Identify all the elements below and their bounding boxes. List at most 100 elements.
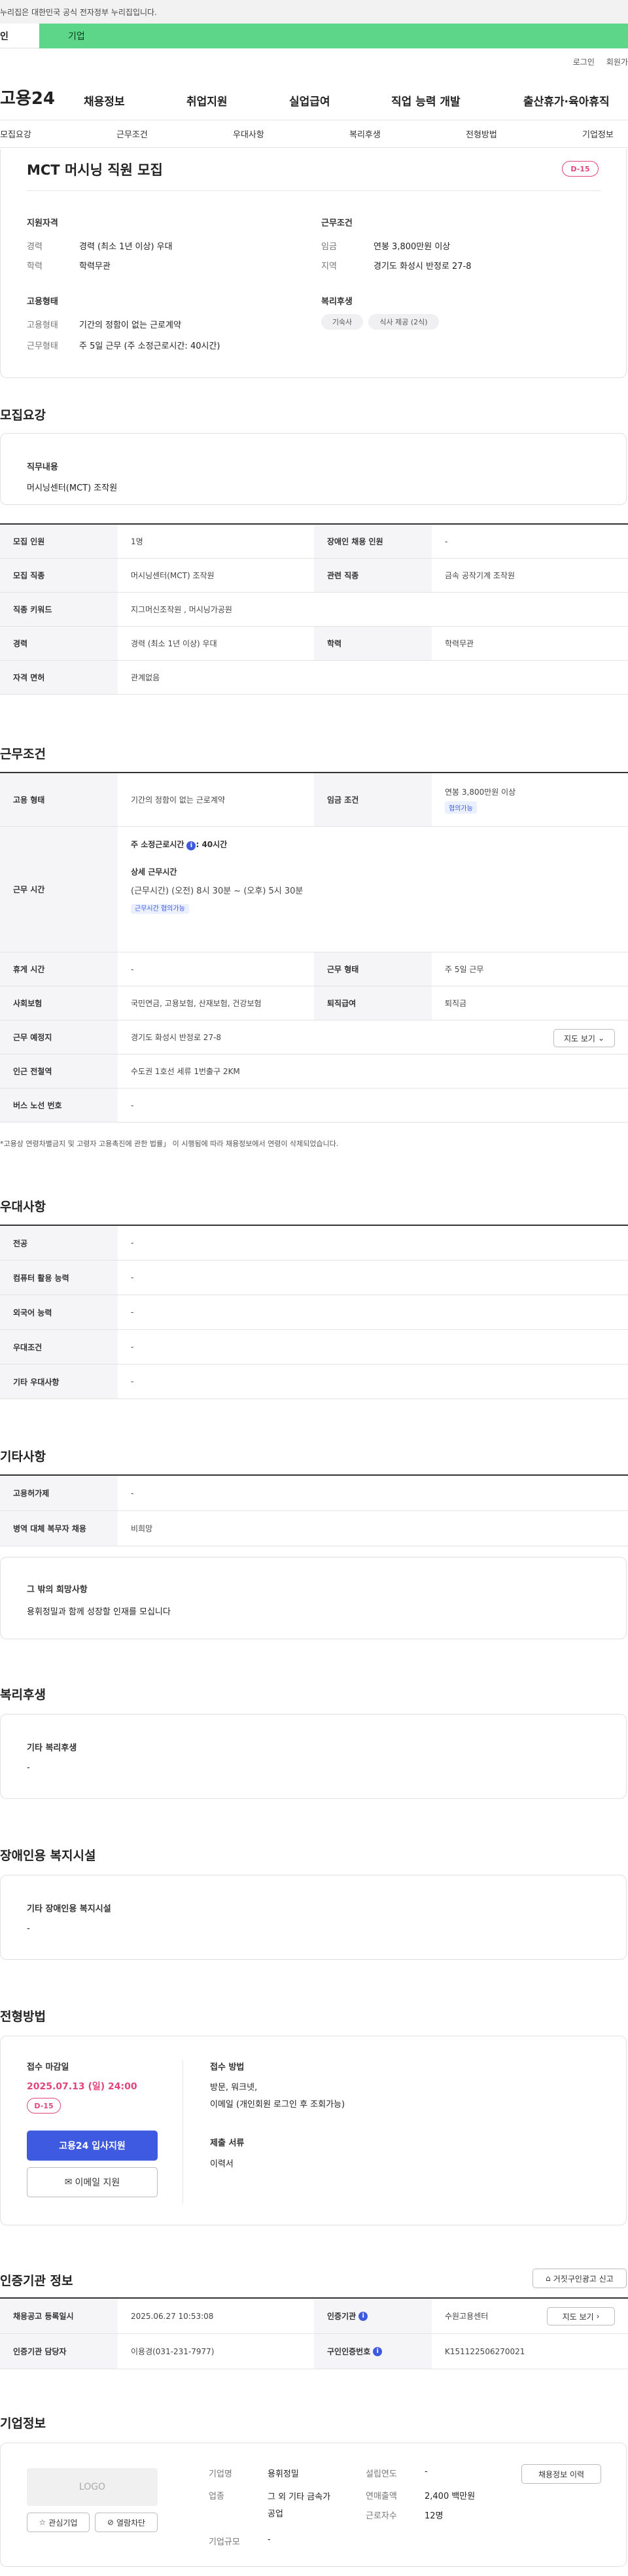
section-title-welfare: 복리후생 bbox=[0, 1688, 46, 1702]
dday-badge: D-15 bbox=[27, 2098, 61, 2114]
cell-value: 학력무관 bbox=[445, 639, 474, 648]
cell-label: 인증기관 i bbox=[314, 2299, 432, 2333]
block-label: 열람차단 bbox=[116, 2518, 146, 2528]
cell-value: - bbox=[131, 1273, 134, 1282]
cell-value: 경력 (최소 1년 이상) 우대 bbox=[131, 639, 217, 648]
time-cell: 주 소정근로시간 i: 40시간 상세 근무시간 (근무시간) (오전) 8시 3… bbox=[118, 827, 628, 952]
tab-person[interactable]: 인 bbox=[0, 24, 39, 48]
member-tabbar: 인 기업 bbox=[0, 24, 628, 48]
welfare-sub: 기타 복리후생 bbox=[27, 1743, 77, 1753]
map-button[interactable]: 지도 보기 ⌄ bbox=[553, 1029, 615, 1047]
wish-card: 그 밖의 희망사항 용휘정밀과 함께 성장할 인재를 모십니다 bbox=[0, 1557, 627, 1639]
detail-value: (근무시간) (오전) 8시 30분 ~ (오후) 5시 30분 bbox=[131, 886, 304, 896]
gnb-parental-leave[interactable]: 출산휴가·육아휴직 bbox=[523, 92, 610, 109]
name-value: 용휘정밀 bbox=[268, 2469, 299, 2479]
info-icon[interactable]: i bbox=[186, 841, 196, 850]
cell-value: 지그머신조작원 , 머시닝가공원 bbox=[131, 605, 232, 614]
subnav-conditions[interactable]: 근무조건 bbox=[116, 128, 148, 140]
gnb-employment-support[interactable]: 취업지원 bbox=[186, 92, 228, 109]
disability-sub: 기타 장애인용 복지시설 bbox=[27, 1904, 111, 1914]
section-title-process: 전형방법 bbox=[0, 2010, 46, 2024]
cell-label: 구인인증번호 i bbox=[314, 2334, 432, 2369]
email-apply-button[interactable]: ✉ 이메일 지원 bbox=[27, 2167, 158, 2197]
method-value: 방문, 워크넷, 이메일 (개인회원 로그인 후 조회가능) bbox=[210, 2083, 345, 2110]
gnb-training[interactable]: 직업 능력 개발 bbox=[391, 92, 461, 109]
info-icon[interactable]: i bbox=[358, 2311, 368, 2321]
cell-value: 기간의 정함이 없는 근로계약 bbox=[131, 795, 225, 805]
subnav-preference[interactable]: 우대사항 bbox=[233, 128, 264, 140]
cell-label: 전공 bbox=[0, 1226, 118, 1260]
apply-button[interactable]: 고용24 입사지원 bbox=[27, 2131, 158, 2161]
cell-value: 금속 공작기계 조작원 bbox=[445, 571, 515, 580]
site-logo[interactable]: 고용24 bbox=[0, 85, 82, 109]
conditions-table: 고용 형태 기간의 정함이 없는 근로계약 임금 조건 연봉 3,800만원 이… bbox=[0, 772, 628, 1123]
table-row: 인증기관 담당자 이용경(031-231-7977) 구인인증번호 i K1511… bbox=[0, 2334, 628, 2369]
cell-label: 근무 예정지 bbox=[0, 1020, 118, 1054]
table-row: 외국어 능력 - bbox=[0, 1295, 628, 1330]
section-title-company: 기업정보 bbox=[0, 2416, 46, 2431]
cell-value: 국민연금, 고용보험, 산재보험, 건강보험 bbox=[131, 999, 262, 1008]
cell-label: 사회보험 bbox=[0, 986, 118, 1020]
favorite-button[interactable]: ☆ 관심기업 bbox=[27, 2513, 90, 2532]
report-button[interactable]: ⌂ 거짓구인광고 신고 bbox=[532, 2269, 627, 2288]
edu-label: 학력 bbox=[27, 262, 43, 271]
table-row: 자격 면허 관계없음 bbox=[0, 661, 628, 695]
map-button-label: 지도 보기 bbox=[563, 1034, 595, 1043]
summary-card: MCT 머시닝 직원 모집 D-15 지원자격 경력 경력 (최소 1년 이상)… bbox=[0, 149, 627, 378]
history-button[interactable]: 채용정보 이력 bbox=[521, 2464, 601, 2484]
cell-label: 고용허가제 bbox=[0, 1476, 118, 1510]
favorite-label: 관심기업 bbox=[48, 2518, 78, 2528]
login-link[interactable]: 로그인 bbox=[573, 56, 595, 67]
year-value: - bbox=[425, 2467, 428, 2477]
duty-value: 머시닝센터(MCT) 조작원 bbox=[27, 483, 118, 493]
subnav-process[interactable]: 전형방법 bbox=[466, 128, 497, 140]
table-row: 우대조건 - bbox=[0, 1330, 628, 1365]
info-icon[interactable]: i bbox=[373, 2346, 383, 2356]
table-row: 근무 예정지 경기도 화성시 반정로 27-8 지도 보기 ⌄ bbox=[0, 1020, 628, 1054]
subnav-company[interactable]: 기업정보 bbox=[582, 128, 614, 140]
section-title-recruit: 모집요강 bbox=[0, 408, 46, 423]
cell-label: 채용공고 등록일시 bbox=[0, 2299, 118, 2333]
cell-label: 인증기관 담당자 bbox=[0, 2334, 118, 2369]
gnb-jobs[interactable]: 채용정보 bbox=[84, 92, 125, 109]
cell-value: - bbox=[131, 1488, 134, 1498]
cell-value: - bbox=[131, 1342, 134, 1351]
cell-label: 직종 키워드 bbox=[0, 593, 118, 626]
emptype-label: 고용형태 bbox=[27, 321, 58, 330]
cell-label: 장애인 채용 인원 bbox=[314, 525, 432, 558]
cell-value: 퇴직금 bbox=[445, 999, 467, 1008]
area-value: 경기도 화성시 반정로 27-8 bbox=[374, 262, 472, 271]
cell-label: 인근 전철역 bbox=[0, 1054, 118, 1088]
weekly-value: : 40시간 bbox=[196, 840, 228, 849]
career-label: 경력 bbox=[27, 242, 43, 252]
name-label: 기업명 bbox=[209, 2469, 232, 2479]
gnb-unemployment[interactable]: 실업급여 bbox=[289, 92, 330, 109]
wage-cell: 연봉 3,800만원 이상 협의가능 bbox=[432, 773, 628, 826]
block-button[interactable]: ⊘ 열람차단 bbox=[95, 2513, 158, 2532]
cell-label: 임금 조건 bbox=[314, 773, 432, 826]
deadline-value: 2025.07.13 (일) 24:00 bbox=[27, 2081, 137, 2092]
time-negotiable-tag: 근무시간 협의가능 bbox=[131, 904, 189, 914]
size-value: - bbox=[268, 2535, 271, 2545]
welfare-chip: 식사 제공 (2식) bbox=[368, 314, 439, 330]
subnav-recruit[interactable]: 모집요강 bbox=[0, 128, 31, 140]
subnav-welfare[interactable]: 복리후생 bbox=[349, 128, 381, 140]
welfare-value: - bbox=[27, 1763, 30, 1773]
cell-value: - bbox=[131, 964, 134, 974]
welfare-chip: 기숙사 bbox=[321, 314, 363, 330]
chevron-right-icon: › bbox=[596, 2312, 600, 2321]
sales-value: 2,400 백만원 bbox=[425, 2492, 476, 2501]
etc-table: 고용허가제 - 병역 대체 복무자 채용 비희망 bbox=[0, 1474, 628, 1546]
cell-value: - bbox=[131, 1100, 134, 1110]
gov-notice: 누리집은 대한민국 공식 전자정부 누리집입니다. bbox=[0, 7, 157, 17]
cell-label: 근무 형태 bbox=[314, 952, 432, 986]
cert-map-button[interactable]: 지도 보기 › bbox=[547, 2307, 615, 2325]
cert-no-label: 구인인증번호 bbox=[327, 2347, 371, 2356]
cell-label: 컴퓨터 활용 능력 bbox=[0, 1261, 118, 1295]
table-row: 컴퓨터 활용 능력 - bbox=[0, 1261, 628, 1295]
wish-title: 그 밖의 희망사항 bbox=[27, 1585, 88, 1595]
tab-corp[interactable]: 기업 bbox=[39, 24, 628, 48]
cell-label: 우대조건 bbox=[0, 1330, 118, 1364]
signup-link[interactable]: 회원가 bbox=[606, 56, 628, 67]
table-row: 인근 전철역 수도권 1호선 세류 1번출구 2KM bbox=[0, 1054, 628, 1088]
